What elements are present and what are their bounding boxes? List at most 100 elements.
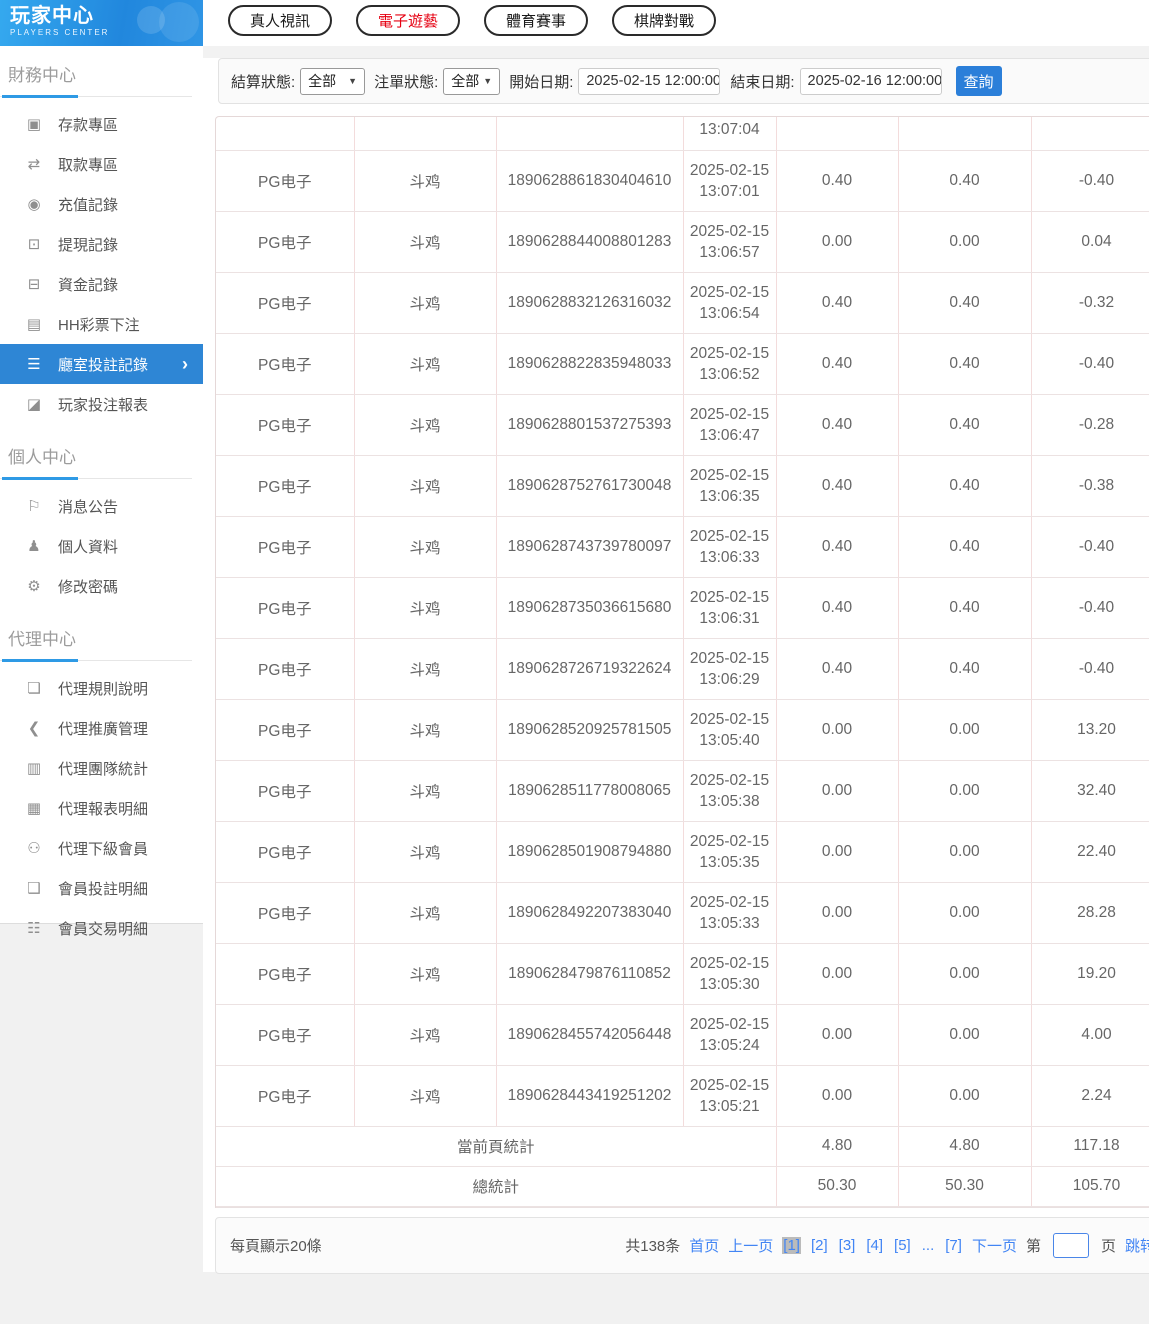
section-underline xyxy=(0,95,192,98)
sidebar-item[interactable]: ⚇代理下級會員 xyxy=(0,828,203,868)
end-date-input[interactable] xyxy=(800,68,942,95)
sidebar-item-label: 資金記錄 xyxy=(58,274,118,295)
first-page-link[interactable]: 首页 xyxy=(689,1235,719,1256)
cell-valid-bet: 0.40 xyxy=(898,516,1031,577)
cell-win-loss: -0.38 xyxy=(1031,455,1149,516)
cell-platform: PG电子 xyxy=(216,1004,354,1065)
cell-empty xyxy=(1031,117,1149,150)
settle-status-select[interactable]: 全部 ▼ xyxy=(300,68,365,95)
sidebar-item[interactable]: ⚙修改密碼 xyxy=(0,566,203,606)
cell-platform: PG电子 xyxy=(216,272,354,333)
funds-icon: ⊟ xyxy=(24,275,44,293)
sidebar-item[interactable]: ◉充值記錄 xyxy=(0,184,203,224)
cell-valid-bet: 0.00 xyxy=(898,760,1031,821)
cell-datetime: 2025-02-1513:06:33 xyxy=(683,516,776,577)
cell-platform: PG电子 xyxy=(216,821,354,882)
tab-category[interactable]: 真人視訊 xyxy=(228,5,332,36)
cell-datetime: 2025-02-1513:06:52 xyxy=(683,333,776,394)
page-link[interactable]: ... xyxy=(921,1237,936,1254)
cell-empty xyxy=(354,117,496,150)
summary-label: 總統計 xyxy=(216,1166,776,1206)
order-status-select[interactable]: 全部 ▼ xyxy=(443,68,500,95)
cell-valid-bet: 0.00 xyxy=(898,211,1031,272)
order-status-label: 注單狀態: xyxy=(374,71,438,92)
cell-game: 斗鸡 xyxy=(354,211,496,272)
sidebar-item[interactable]: ⊟ 資金記錄 xyxy=(0,264,203,304)
current-page-link[interactable]: [1] xyxy=(782,1237,801,1254)
summary-bet-amount: 50.30 xyxy=(776,1166,898,1206)
sidebar-item[interactable]: ❏代理規則說明 xyxy=(0,668,203,708)
cell-datetime: 2025-02-1513:05:24 xyxy=(683,1004,776,1065)
next-page-link[interactable]: 下一页 xyxy=(972,1235,1017,1256)
sidebar-item[interactable]: ⚐消息公告 xyxy=(0,486,203,526)
search-button[interactable]: 查詢 xyxy=(956,66,1002,96)
date-line: 2025-02-15 xyxy=(684,1075,776,1096)
jump-page-input[interactable] xyxy=(1053,1233,1089,1258)
cell-order-number: 1890628726719322624 xyxy=(496,638,683,699)
sidebar-item[interactable]: ⇄取款專區 xyxy=(0,144,203,184)
sidebar-item[interactable]: ▦代理報表明細 xyxy=(0,788,203,828)
tab-category[interactable]: 棋牌對戰 xyxy=(612,5,716,36)
cell-platform: PG电子 xyxy=(216,516,354,577)
time-line: 13:06:35 xyxy=(684,486,776,507)
settle-status-value: 全部 xyxy=(308,71,336,91)
time-line: 13:06:33 xyxy=(684,547,776,568)
cell-bet-amount: 0.00 xyxy=(776,699,898,760)
sidebar-item[interactable]: ❮代理推廣管理 xyxy=(0,708,203,748)
cell-order-number: 1890628743739780097 xyxy=(496,516,683,577)
cell-bet-amount: 0.00 xyxy=(776,943,898,1004)
cell-game: 斗鸡 xyxy=(354,577,496,638)
sidebar-item[interactable]: ☰廳室投註記錄› xyxy=(0,344,203,384)
cell-datetime: 2025-02-1513:05:30 xyxy=(683,943,776,1004)
page-link[interactable]: [2] xyxy=(810,1237,829,1254)
cell-order-number: 1890628443419251202 xyxy=(496,1065,683,1126)
cell-order-number: 1890628844008801283 xyxy=(496,211,683,272)
team-stats-icon: ▥ xyxy=(24,759,44,777)
gear-icon: ⚙ xyxy=(24,577,44,595)
start-date-input[interactable] xyxy=(578,68,720,95)
settle-status-label: 結算狀態: xyxy=(231,71,295,92)
cell-game: 斗鸡 xyxy=(354,272,496,333)
section-items: ❏代理規則說明❮代理推廣管理▥代理團隊統計▦代理報表明細⚇代理下級會員❑會員投註… xyxy=(0,662,203,952)
cell-win-loss: -0.40 xyxy=(1031,638,1149,699)
jump-button[interactable]: 跳转 xyxy=(1125,1235,1149,1256)
sidebar-item[interactable]: ☷會員交易明細 xyxy=(0,908,203,948)
cell-datetime: 2025-02-1513:07:01 xyxy=(683,150,776,211)
time-line: 13:06:47 xyxy=(684,425,776,446)
table-row: PG电子斗鸡18906284922073830402025-02-1513:05… xyxy=(216,882,1149,943)
prev-page-link[interactable]: 上一页 xyxy=(728,1235,773,1256)
time-line: 13:06:57 xyxy=(684,242,776,263)
sidebar-item[interactable]: ⊡提現記錄 xyxy=(0,224,203,264)
cell-order-number: 1890628479876110852 xyxy=(496,943,683,1004)
cell-game: 斗鸡 xyxy=(354,516,496,577)
cell-game: 斗鸡 xyxy=(354,1065,496,1126)
sidebar-item[interactable]: ▤HH彩票下注 xyxy=(0,304,203,344)
page-link[interactable]: [3] xyxy=(838,1237,857,1254)
cell-win-loss: 0.04 xyxy=(1031,211,1149,272)
page-link[interactable]: [5] xyxy=(893,1237,912,1254)
sidebar-item-label: 代理下級會員 xyxy=(58,838,148,859)
sidebar-item[interactable]: ▥代理團隊統計 xyxy=(0,748,203,788)
cell-win-loss: 2.24 xyxy=(1031,1065,1149,1126)
sidebar-item[interactable]: ◪玩家投注報表 xyxy=(0,384,203,424)
cell-datetime: 2025-02-1513:05:38 xyxy=(683,760,776,821)
cell-valid-bet: 0.00 xyxy=(898,821,1031,882)
cell-valid-bet: 0.00 xyxy=(898,1065,1031,1126)
time-line: 13:06:52 xyxy=(684,364,776,385)
cell-bet-amount: 0.00 xyxy=(776,821,898,882)
sidebar-item[interactable]: ♟個人資料 xyxy=(0,526,203,566)
sidebar-section: 財務中心▣存款專區⇄取款專區◉充值記錄⊡提現記錄⊟資金記錄▤HH彩票下注☰廳室投… xyxy=(0,46,203,428)
sidebar-item[interactable]: ▣存款專區 xyxy=(0,104,203,144)
cell-datetime: 2025-02-1513:06:47 xyxy=(683,394,776,455)
tab-category[interactable]: 體育賽事 xyxy=(484,5,588,36)
cell-valid-bet: 0.40 xyxy=(898,394,1031,455)
cell-order-number: 1890628822835948033 xyxy=(496,333,683,394)
section-title: 代理中心 xyxy=(0,610,203,659)
cell-order-number: 1890628455742056448 xyxy=(496,1004,683,1065)
sidebar-item[interactable]: ❑會員投註明細 xyxy=(0,868,203,908)
cell-datetime: 2025-02-1513:06:57 xyxy=(683,211,776,272)
page-link[interactable]: [7] xyxy=(944,1237,963,1254)
cell-valid-bet: 0.40 xyxy=(898,150,1031,211)
tab-active[interactable]: 電子遊藝 xyxy=(356,5,460,36)
page-link[interactable]: [4] xyxy=(865,1237,884,1254)
